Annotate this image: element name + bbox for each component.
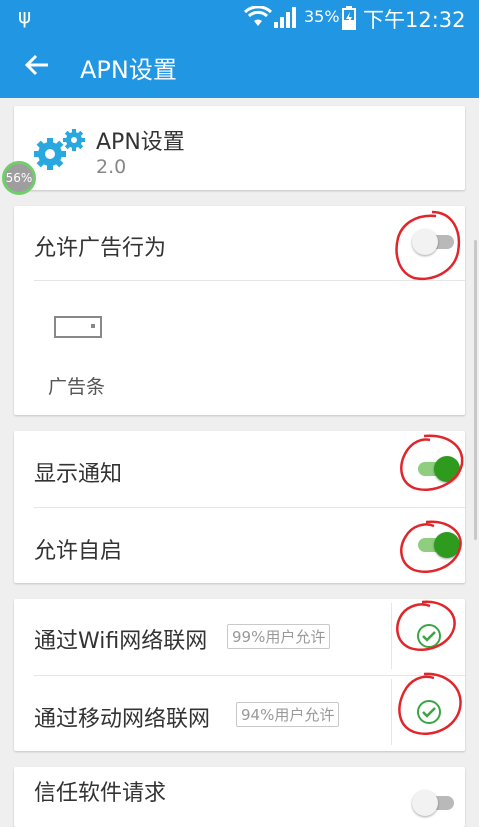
trust-request-label: 信任软件请求 [34, 781, 167, 806]
wifi-icon [244, 6, 272, 26]
auto-start-label: 允许自启 [34, 539, 123, 564]
wifi-check-icon[interactable] [416, 623, 442, 649]
vertical-divider [391, 679, 392, 745]
allow-ads-label: 允许广告行为 [34, 236, 167, 261]
back-arrow-icon[interactable] [24, 52, 50, 78]
vertical-divider [391, 603, 392, 669]
battery-percent: 35% [304, 7, 340, 26]
divider [34, 280, 465, 281]
app-gear-icon [34, 129, 85, 170]
battery-charging-icon [342, 6, 356, 30]
mobile-label: 通过移动网络联网 [34, 707, 211, 732]
behavior-settings-card: 显示通知 允许自启 [14, 431, 465, 583]
usb-icon: ψ [18, 4, 32, 28]
wifi-row: 通过Wifi网络联网 99%用户允许 [34, 623, 394, 654]
signal-icon [274, 7, 296, 28]
scrollbar[interactable] [474, 240, 477, 540]
mobile-row: 通过移动网络联网 94%用户允许 [34, 701, 394, 732]
wifi-label: 通过Wifi网络联网 [34, 629, 208, 654]
mobile-badge: 94%用户允许 [236, 702, 340, 727]
divider [34, 675, 465, 676]
wifi-badge: 99%用户允许 [227, 624, 331, 649]
trust-request-toggle[interactable] [412, 789, 458, 817]
banner-icon [54, 316, 102, 338]
app-name: APN设置 [96, 130, 185, 155]
trust-settings-card: 信任软件请求 [14, 767, 465, 827]
clock: 下午12:32 [363, 8, 466, 32]
allow-ads-toggle[interactable] [412, 228, 458, 256]
app-info-card: APN设置 2.0 [14, 106, 465, 190]
app-toolbar: APN设置 [0, 34, 479, 98]
ad-settings-card: 允许广告行为 广告条 [14, 206, 465, 415]
app-version: 2.0 [96, 156, 127, 178]
mobile-check-icon[interactable] [416, 699, 442, 725]
status-bar: ψ 35% 下午12:32 [0, 0, 479, 34]
toolbar-title: APN设置 [80, 56, 177, 84]
divider [34, 507, 465, 508]
network-settings-card: 通过Wifi网络联网 99%用户允许 通过移动网络联网 94%用户允许 [14, 599, 465, 751]
show-notification-toggle[interactable] [414, 455, 460, 483]
show-notification-label: 显示通知 [34, 462, 123, 487]
banner-label: 广告条 [48, 376, 106, 398]
auto-start-toggle[interactable] [414, 531, 460, 559]
progress-badge: 56% [2, 161, 36, 195]
